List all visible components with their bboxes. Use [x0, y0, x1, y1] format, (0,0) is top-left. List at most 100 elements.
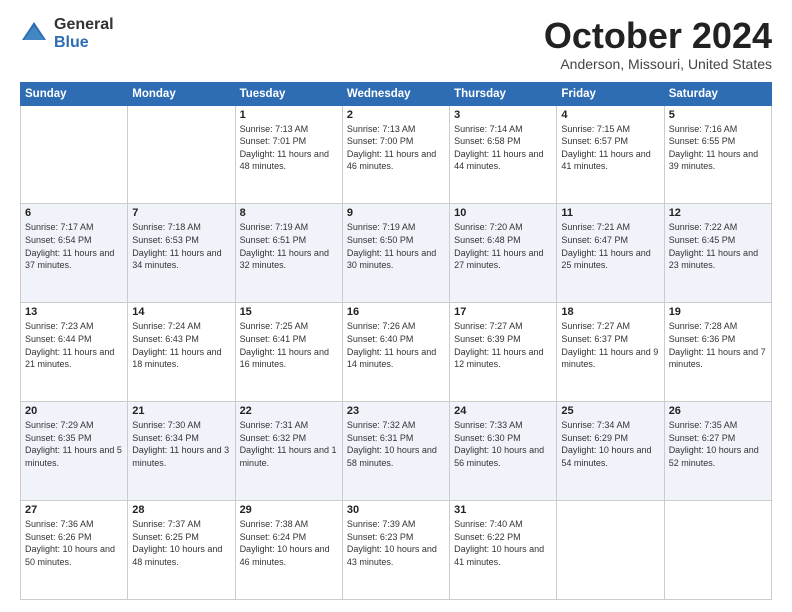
table-row: 18 Sunrise: 7:27 AM Sunset: 6:37 PM Dayli… — [557, 303, 664, 402]
day-number: 17 — [454, 306, 552, 318]
day-info: Sunrise: 7:34 AM Sunset: 6:29 PM Dayligh… — [561, 419, 659, 469]
table-row: 21Sunrise: 7:30 AM Sunset: 6:34 PM Dayli… — [128, 402, 235, 501]
day-number: 2 — [347, 109, 445, 121]
day-number: 23 — [347, 405, 445, 417]
day-number: 5 — [669, 109, 767, 121]
table-row: 13Sunrise: 7:23 AM Sunset: 6:44 PM Dayli… — [21, 303, 128, 402]
calendar-week-row: 13Sunrise: 7:23 AM Sunset: 6:44 PM Dayli… — [21, 303, 772, 402]
logo-blue: Blue — [54, 34, 114, 52]
table-row: 11 Sunrise: 7:21 AM Sunset: 6:47 PM Dayli… — [557, 204, 664, 303]
day-info: Sunrise: 7:25 AM Sunset: 6:41 PM Dayligh… — [240, 320, 338, 370]
table-row: 31 Sunrise: 7:40 AM Sunset: 6:22 PM Dayli… — [450, 501, 557, 600]
day-number: 9 — [347, 207, 445, 219]
day-number: 29 — [240, 504, 338, 516]
table-row: 25 Sunrise: 7:34 AM Sunset: 6:29 PM Dayli… — [557, 402, 664, 501]
day-number: 26 — [669, 405, 767, 417]
table-row: 26Sunrise: 7:35 AM Sunset: 6:27 PM Dayli… — [664, 402, 771, 501]
table-row: 15Sunrise: 7:25 AM Sunset: 6:41 PM Dayli… — [235, 303, 342, 402]
day-number: 12 — [669, 207, 767, 219]
day-number: 10 — [454, 207, 552, 219]
table-row: 22 Sunrise: 7:31 AM Sunset: 6:32 PM Dayli… — [235, 402, 342, 501]
table-row — [557, 501, 664, 600]
day-number: 27 — [25, 504, 123, 516]
day-number: 20 — [25, 405, 123, 417]
day-number: 31 — [454, 504, 552, 516]
day-info: Sunrise: 7:26 AM Sunset: 6:40 PM Dayligh… — [347, 320, 445, 370]
day-number: 25 — [561, 405, 659, 417]
table-row: 20 Sunrise: 7:29 AM Sunset: 6:35 PM Dayli… — [21, 402, 128, 501]
day-info: Sunrise: 7:13 AM Sunset: 7:01 PM Dayligh… — [240, 123, 338, 173]
day-number: 19 — [669, 306, 767, 318]
day-info: Sunrise: 7:16 AM Sunset: 6:55 PM Dayligh… — [669, 123, 767, 173]
calendar-week-row: 1 Sunrise: 7:13 AM Sunset: 7:01 PM Daylig… — [21, 105, 772, 204]
day-number: 11 — [561, 207, 659, 219]
month-title: October 2024 — [544, 16, 772, 56]
day-number: 28 — [132, 504, 230, 516]
day-number: 4 — [561, 109, 659, 121]
day-info: Sunrise: 7:29 AM Sunset: 6:35 PM Dayligh… — [25, 419, 123, 469]
table-row — [664, 501, 771, 600]
table-row: 23 Sunrise: 7:32 AM Sunset: 6:31 PM Dayli… — [342, 402, 449, 501]
table-row — [128, 105, 235, 204]
col-saturday: Saturday — [664, 82, 771, 105]
col-tuesday: Tuesday — [235, 82, 342, 105]
col-sunday: Sunday — [21, 82, 128, 105]
day-info: Sunrise: 7:40 AM Sunset: 6:22 PM Dayligh… — [454, 518, 552, 568]
table-row: 7 Sunrise: 7:18 AM Sunset: 6:53 PM Daylig… — [128, 204, 235, 303]
day-info: Sunrise: 7:23 AM Sunset: 6:44 PM Dayligh… — [25, 320, 123, 370]
page: General Blue October 2024 Anderson, Miss… — [0, 0, 792, 612]
logo-text: General Blue — [54, 16, 114, 51]
day-info: Sunrise: 7:17 AM Sunset: 6:54 PM Dayligh… — [25, 221, 123, 271]
day-info: Sunrise: 7:18 AM Sunset: 6:53 PM Dayligh… — [132, 221, 230, 271]
day-info: Sunrise: 7:19 AM Sunset: 6:51 PM Dayligh… — [240, 221, 338, 271]
header: General Blue October 2024 Anderson, Miss… — [20, 16, 772, 72]
day-info: Sunrise: 7:27 AM Sunset: 6:37 PM Dayligh… — [561, 320, 659, 370]
calendar-header-row: Sunday Monday Tuesday Wednesday Thursday… — [21, 82, 772, 105]
day-info: Sunrise: 7:36 AM Sunset: 6:26 PM Dayligh… — [25, 518, 123, 568]
day-number: 8 — [240, 207, 338, 219]
table-row: 4 Sunrise: 7:15 AM Sunset: 6:57 PM Daylig… — [557, 105, 664, 204]
day-number: 14 — [132, 306, 230, 318]
table-row: 3Sunrise: 7:14 AM Sunset: 6:58 PM Daylig… — [450, 105, 557, 204]
col-monday: Monday — [128, 82, 235, 105]
day-info: Sunrise: 7:22 AM Sunset: 6:45 PM Dayligh… — [669, 221, 767, 271]
day-info: Sunrise: 7:28 AM Sunset: 6:36 PM Dayligh… — [669, 320, 767, 370]
day-number: 1 — [240, 109, 338, 121]
day-info: Sunrise: 7:14 AM Sunset: 6:58 PM Dayligh… — [454, 123, 552, 173]
day-info: Sunrise: 7:19 AM Sunset: 6:50 PM Dayligh… — [347, 221, 445, 271]
day-number: 24 — [454, 405, 552, 417]
table-row: 10 Sunrise: 7:20 AM Sunset: 6:48 PM Dayli… — [450, 204, 557, 303]
day-number: 18 — [561, 306, 659, 318]
table-row: 28 Sunrise: 7:37 AM Sunset: 6:25 PM Dayli… — [128, 501, 235, 600]
day-info: Sunrise: 7:39 AM Sunset: 6:23 PM Dayligh… — [347, 518, 445, 568]
table-row: 27 Sunrise: 7:36 AM Sunset: 6:26 PM Dayli… — [21, 501, 128, 600]
table-row — [21, 105, 128, 204]
day-number: 16 — [347, 306, 445, 318]
day-number: 22 — [240, 405, 338, 417]
table-row: 1 Sunrise: 7:13 AM Sunset: 7:01 PM Daylig… — [235, 105, 342, 204]
table-row: 29Sunrise: 7:38 AM Sunset: 6:24 PM Dayli… — [235, 501, 342, 600]
calendar-week-row: 20 Sunrise: 7:29 AM Sunset: 6:35 PM Dayli… — [21, 402, 772, 501]
table-row: 17Sunrise: 7:27 AM Sunset: 6:39 PM Dayli… — [450, 303, 557, 402]
logo: General Blue — [20, 16, 114, 51]
table-row: 5 Sunrise: 7:16 AM Sunset: 6:55 PM Daylig… — [664, 105, 771, 204]
table-row: 16 Sunrise: 7:26 AM Sunset: 6:40 PM Dayli… — [342, 303, 449, 402]
day-info: Sunrise: 7:31 AM Sunset: 6:32 PM Dayligh… — [240, 419, 338, 469]
table-row: 9 Sunrise: 7:19 AM Sunset: 6:50 PM Daylig… — [342, 204, 449, 303]
day-info: Sunrise: 7:15 AM Sunset: 6:57 PM Dayligh… — [561, 123, 659, 173]
day-number: 7 — [132, 207, 230, 219]
table-row: 12 Sunrise: 7:22 AM Sunset: 6:45 PM Dayli… — [664, 204, 771, 303]
table-row: 8 Sunrise: 7:19 AM Sunset: 6:51 PM Daylig… — [235, 204, 342, 303]
day-info: Sunrise: 7:21 AM Sunset: 6:47 PM Dayligh… — [561, 221, 659, 271]
title-block: October 2024 Anderson, Missouri, United … — [544, 16, 772, 72]
day-number: 21 — [132, 405, 230, 417]
table-row: 2Sunrise: 7:13 AM Sunset: 7:00 PM Daylig… — [342, 105, 449, 204]
day-info: Sunrise: 7:32 AM Sunset: 6:31 PM Dayligh… — [347, 419, 445, 469]
logo-general: General — [54, 16, 114, 34]
table-row: 14Sunrise: 7:24 AM Sunset: 6:43 PM Dayli… — [128, 303, 235, 402]
table-row: 6Sunrise: 7:17 AM Sunset: 6:54 PM Daylig… — [21, 204, 128, 303]
day-info: Sunrise: 7:37 AM Sunset: 6:25 PM Dayligh… — [132, 518, 230, 568]
calendar-week-row: 6Sunrise: 7:17 AM Sunset: 6:54 PM Daylig… — [21, 204, 772, 303]
day-info: Sunrise: 7:20 AM Sunset: 6:48 PM Dayligh… — [454, 221, 552, 271]
logo-icon — [20, 20, 48, 48]
